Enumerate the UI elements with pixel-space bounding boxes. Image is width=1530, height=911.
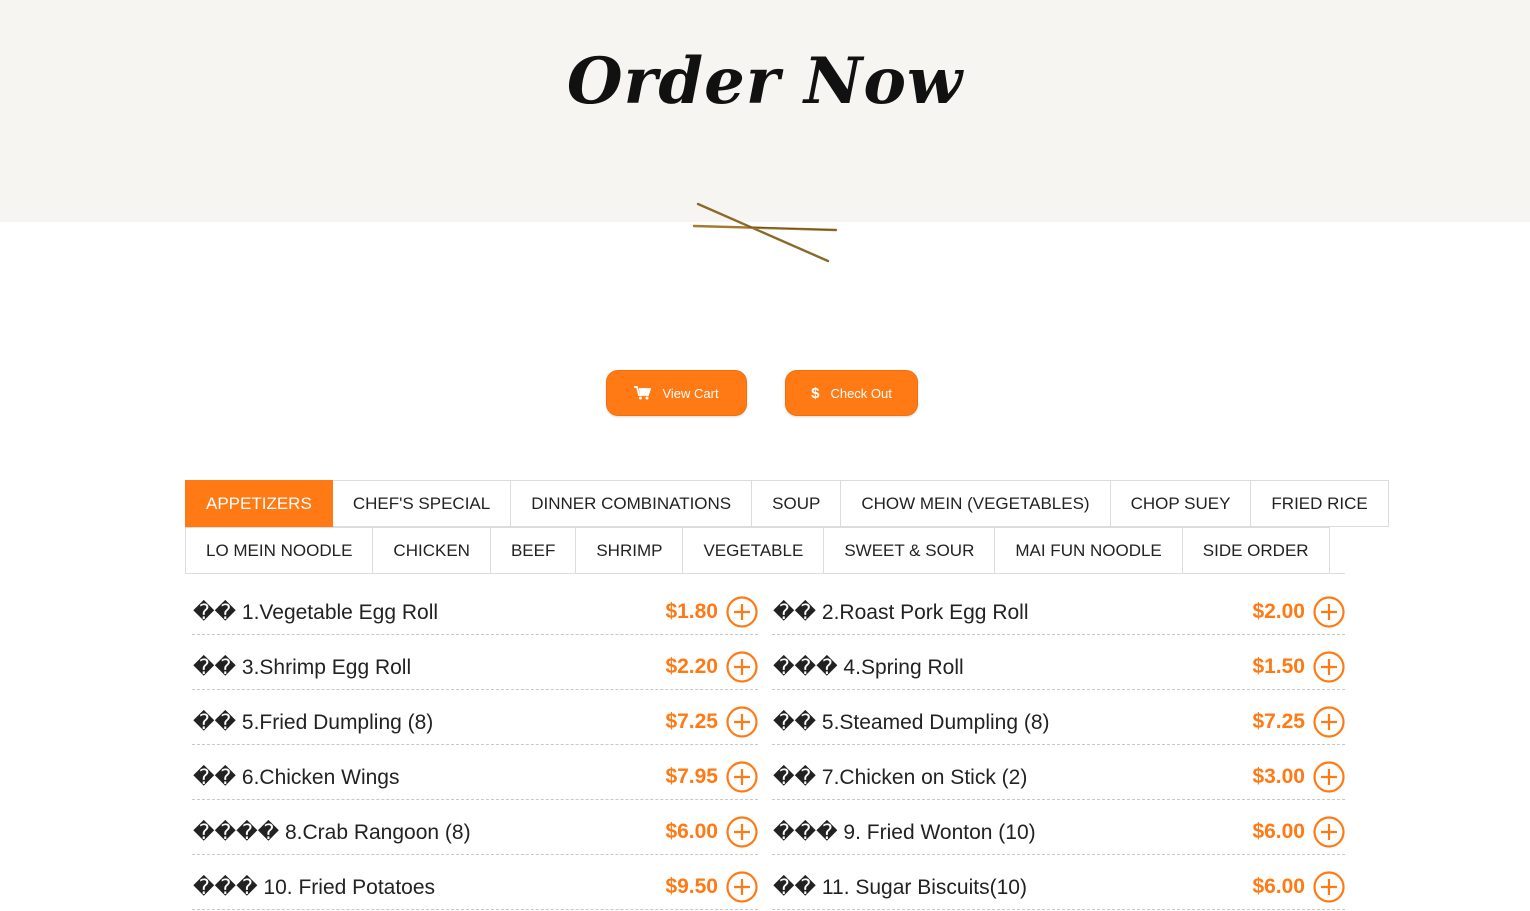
dollar-icon: $ (811, 384, 820, 402)
tab-side-order[interactable]: SIDE ORDER (1182, 527, 1330, 574)
menu-item-name: �� 7.Chicken on Stick (2) (773, 765, 1028, 789)
plus-circle-icon[interactable] (726, 761, 758, 793)
tab-sweet-sour[interactable]: SWEET & SOUR (824, 527, 996, 574)
plus-circle-icon[interactable] (1313, 596, 1345, 628)
plus-circle-icon[interactable] (1313, 651, 1345, 683)
menu-item-name: ��� 4.Spring Roll (773, 655, 964, 679)
tab-dinner-combinations[interactable]: DINNER COMBINATIONS (511, 480, 753, 527)
plus-circle-icon[interactable] (726, 596, 758, 628)
plus-circle-icon[interactable] (726, 871, 758, 903)
menu-item-price: $7.25 (1252, 710, 1305, 733)
menu-item-name: ���� 8.Crab Rangoon (8) (193, 820, 471, 844)
menu-item-name: �� 6.Chicken Wings (193, 765, 400, 789)
tab-fried-rice[interactable]: FRIED RICE (1251, 480, 1389, 527)
menu-item: ���� 8.Crab Rangoon (8) $6.00 (192, 810, 758, 855)
menu-item-price: $1.50 (1252, 655, 1305, 678)
tab-vegetable[interactable]: VEGETABLE (683, 527, 825, 574)
menu-item-price: $7.95 (665, 765, 718, 788)
menu-item: �� 11. Sugar Biscuits(10) $6.00 (772, 865, 1345, 910)
menu-item: �� 2.Roast Pork Egg Roll $2.00 (772, 590, 1345, 635)
tab-mai-fun-noodle[interactable]: MAI FUN NOODLE (995, 527, 1183, 574)
plus-circle-icon[interactable] (1313, 706, 1345, 738)
menu-item-name: ��� 10. Fried Potatoes (193, 875, 436, 899)
category-tabs: APPETIZERS CHEF'S SPECIAL DINNER COMBINA… (185, 480, 1389, 574)
menu-item-price: $1.80 (665, 600, 718, 623)
menu-item-name: �� 5.Fried Dumpling (8) (193, 710, 434, 734)
plus-circle-icon[interactable] (1313, 871, 1345, 903)
menu-item-price: $3.00 (1252, 765, 1305, 788)
tab-chefs-special[interactable]: CHEF'S SPECIAL (332, 480, 512, 527)
menu-item-name: �� 1.Vegetable Egg Roll (193, 600, 439, 624)
cart-icon (634, 386, 652, 400)
menu-item-price: $6.00 (665, 820, 718, 843)
tab-row-2: LO MEIN NOODLE CHICKEN BEEF SHRIMP VEGET… (185, 527, 1330, 574)
menu-item-price: $7.25 (665, 710, 718, 733)
checkout-button[interactable]: $ Check Out (785, 370, 918, 416)
tab-appetizers[interactable]: APPETIZERS (185, 480, 333, 527)
tab-beef[interactable]: BEEF (490, 527, 577, 574)
menu-item: �� 1.Vegetable Egg Roll $1.80 (192, 590, 758, 635)
tab-chow-mein[interactable]: CHOW MEIN (VEGETABLES) (841, 480, 1111, 527)
menu-item: ��� 4.Spring Roll $1.50 (772, 645, 1345, 690)
menu-item-name: ��� 9. Fried Wonton (10) (773, 820, 1036, 844)
tab-chop-suey[interactable]: CHOP SUEY (1110, 480, 1252, 527)
tab-shrimp[interactable]: SHRIMP (576, 527, 684, 574)
chopsticks-icon (692, 202, 838, 263)
plus-circle-icon[interactable] (726, 706, 758, 738)
plus-circle-icon[interactable] (726, 816, 758, 848)
menu-item: �� 7.Chicken on Stick (2) $3.00 (772, 755, 1345, 800)
menu-item-name: �� 5.Steamed Dumpling (8) (773, 710, 1050, 734)
plus-circle-icon[interactable] (1313, 761, 1345, 793)
menu-item: �� 6.Chicken Wings $7.95 (192, 755, 758, 800)
view-cart-label: View Cart (662, 385, 719, 401)
view-cart-button[interactable]: View Cart (606, 370, 747, 416)
tab-row-1: APPETIZERS CHEF'S SPECIAL DINNER COMBINA… (185, 480, 1389, 527)
plus-circle-icon[interactable] (726, 651, 758, 683)
menu-item-name: �� 11. Sugar Biscuits(10) (773, 875, 1027, 899)
menu-item-price: $2.00 (1252, 600, 1305, 623)
tab-soup[interactable]: SOUP (752, 480, 842, 527)
menu-item-price: $6.00 (1252, 820, 1305, 843)
menu-item-price: $6.00 (1252, 875, 1305, 898)
menu-item: �� 5.Steamed Dumpling (8) $7.25 (772, 700, 1345, 745)
page-title: Order Now (566, 44, 964, 119)
menu-item: �� 3.Shrimp Egg Roll $2.20 (192, 645, 758, 690)
menu-item-name: �� 2.Roast Pork Egg Roll (773, 600, 1029, 624)
checkout-label: Check Out (830, 385, 892, 401)
menu-item: ��� 10. Fried Potatoes $9.50 (192, 865, 758, 910)
hero-banner: Order Now (0, 0, 1530, 222)
plus-circle-icon[interactable] (1313, 816, 1345, 848)
menu-item-price: $2.20 (665, 655, 718, 678)
tab-lo-mein-noodle[interactable]: LO MEIN NOODLE (185, 527, 374, 574)
tab-chicken[interactable]: CHICKEN (373, 527, 491, 574)
menu-item-name: �� 3.Shrimp Egg Roll (193, 655, 412, 679)
menu-item: �� 5.Fried Dumpling (8) $7.25 (192, 700, 758, 745)
menu-item-price: $9.50 (665, 875, 718, 898)
menu-item: ��� 9. Fried Wonton (10) $6.00 (772, 810, 1345, 855)
